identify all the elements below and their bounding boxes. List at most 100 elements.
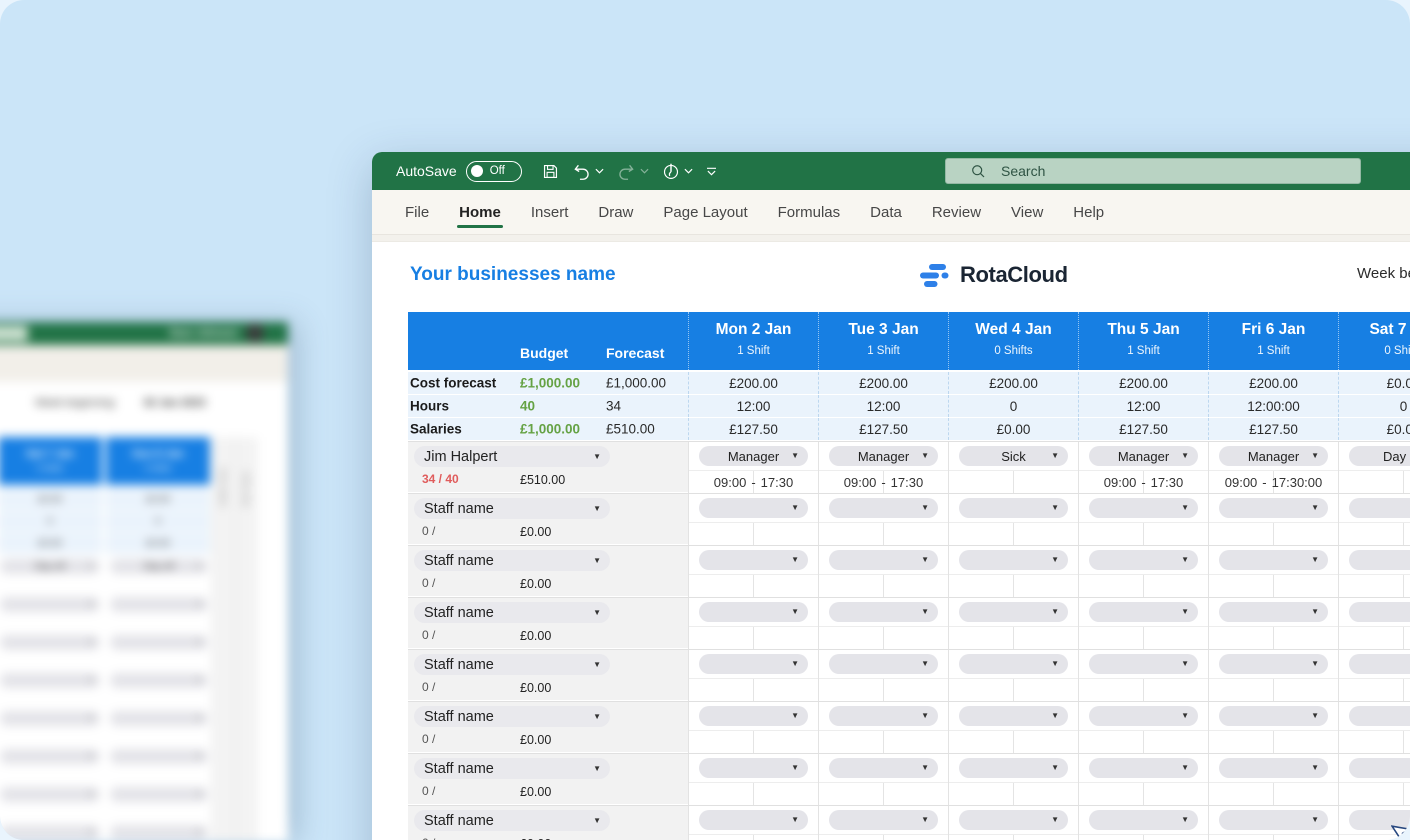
shift-role-dropdown[interactable]: ▼ [829,602,938,622]
shift-end-cell[interactable] [1274,835,1339,840]
shift-role-dropdown[interactable]: ▼ [1349,498,1410,518]
shift-start-cell[interactable] [1209,679,1274,701]
shift-start-cell[interactable] [1209,835,1274,840]
shift-end-cell[interactable] [1404,523,1410,545]
shift-end-cell[interactable] [754,523,819,545]
shift-start-cell[interactable] [1339,471,1404,493]
staff-name-dropdown[interactable]: Staff name▼ [414,810,610,831]
shift-start-cell[interactable] [1339,679,1404,701]
shift-end-cell[interactable] [1404,783,1410,805]
shift-start-cell[interactable] [689,783,754,805]
shift-role-dropdown[interactable]: ▼ [1089,498,1198,518]
shift-role-dropdown[interactable]: ▼ [1089,706,1198,726]
shift-role-dropdown[interactable]: ▼ [1349,550,1410,570]
business-name-title[interactable]: Your businesses name [410,264,616,286]
ribbon-tab-draw[interactable]: Draw [583,190,648,234]
shift-end-cell[interactable] [754,679,819,701]
redo-button[interactable] [617,163,649,180]
shift-end-cell[interactable] [1144,627,1209,649]
shift-role-dropdown[interactable]: ▼ [699,810,808,830]
shift-role-dropdown[interactable]: ▼ [829,654,938,674]
shift-role-dropdown[interactable]: ▼ [829,550,938,570]
shift-role-dropdown[interactable]: ▼ [1349,602,1410,622]
ribbon-tab-page-layout[interactable]: Page Layout [648,190,762,234]
shift-role-dropdown[interactable]: ▼ [959,810,1068,830]
touch-mode-button[interactable] [662,162,693,180]
shift-end-cell[interactable] [754,627,819,649]
shift-end-cell[interactable] [754,783,819,805]
shift-role-dropdown[interactable]: ▼ [959,602,1068,622]
shift-start-cell[interactable] [689,835,754,840]
shift-role-dropdown[interactable]: ▼ [959,706,1068,726]
shift-end-cell[interactable] [884,835,949,840]
shift-start-cell[interactable] [1339,575,1404,597]
save-button[interactable] [542,163,559,180]
ribbon-tab-home[interactable]: Home [444,190,516,234]
shift-end-cell[interactable] [1144,835,1209,840]
shift-start-cell[interactable] [949,627,1014,649]
shift-start-cell[interactable] [1209,523,1274,545]
staff-name-dropdown[interactable]: Staff name▼ [414,706,610,727]
shift-start-cell[interactable] [689,679,754,701]
shift-role-dropdown[interactable]: ▼ [1089,654,1198,674]
shift-end-cell[interactable] [884,627,949,649]
shift-role-dropdown[interactable]: Sick▼ [959,446,1068,466]
ribbon-tab-formulas[interactable]: Formulas [763,190,856,234]
shift-end-cell[interactable] [884,679,949,701]
shift-end-cell[interactable] [1274,575,1339,597]
shift-start-cell[interactable] [1079,575,1144,597]
shift-start-cell[interactable] [949,679,1014,701]
shift-role-dropdown[interactable]: Day off▼ [1349,446,1410,466]
shift-role-dropdown[interactable]: ▼ [699,706,808,726]
shift-role-dropdown[interactable]: ▼ [699,602,808,622]
shift-start-cell[interactable] [819,679,884,701]
shift-start-cell[interactable] [949,835,1014,840]
shift-end-cell[interactable] [1014,835,1079,840]
staff-name-dropdown[interactable]: Jim Halpert▼ [414,446,610,467]
autosave-toggle[interactable]: Off [466,161,522,182]
shift-end-cell[interactable] [1144,783,1209,805]
shift-start-cell[interactable] [949,783,1014,805]
shift-end-cell[interactable] [1404,731,1410,753]
shift-end-cell[interactable] [1144,523,1209,545]
shift-end-cell[interactable] [1404,679,1410,701]
shift-start-cell[interactable] [1079,731,1144,753]
shift-start-cell[interactable] [1339,783,1404,805]
ribbon-tab-help[interactable]: Help [1058,190,1119,234]
shift-role-dropdown[interactable]: ▼ [1219,602,1328,622]
ribbon-tab-review[interactable]: Review [917,190,996,234]
shift-end-cell[interactable] [884,575,949,597]
shift-start-cell[interactable] [689,575,754,597]
shift-role-dropdown[interactable]: Manager▼ [1219,446,1328,466]
shift-end-cell[interactable] [1014,523,1079,545]
shift-role-dropdown[interactable]: ▼ [1219,706,1328,726]
shift-role-dropdown[interactable]: ▼ [959,550,1068,570]
shift-end-cell[interactable] [1274,523,1339,545]
shift-role-dropdown[interactable]: ▼ [829,498,938,518]
shift-end-cell[interactable] [1144,731,1209,753]
shift-end-cell[interactable] [1014,471,1079,493]
shift-start-cell[interactable] [1209,575,1274,597]
shift-end-cell[interactable] [1014,783,1079,805]
shift-role-dropdown[interactable]: ▼ [699,758,808,778]
shift-end-cell[interactable] [754,575,819,597]
shift-end-cell[interactable] [1274,731,1339,753]
customize-quick-access-button[interactable] [706,167,717,176]
shift-start-cell[interactable] [949,523,1014,545]
shift-start-cell[interactable] [949,731,1014,753]
shift-end-cell[interactable] [754,835,819,840]
shift-start-cell[interactable] [689,627,754,649]
shift-end-cell[interactable] [884,523,949,545]
shift-start-cell[interactable] [819,575,884,597]
shift-role-dropdown[interactable]: ▼ [959,654,1068,674]
shift-role-dropdown[interactable]: ▼ [1089,602,1198,622]
shift-start-cell[interactable] [1209,627,1274,649]
shift-start-cell[interactable] [1339,627,1404,649]
staff-name-dropdown[interactable]: Staff name▼ [414,602,610,623]
shift-role-dropdown[interactable]: ▼ [1219,550,1328,570]
shift-start-cell[interactable] [1339,523,1404,545]
ribbon-tab-data[interactable]: Data [855,190,917,234]
staff-name-dropdown[interactable]: Staff name▼ [414,758,610,779]
shift-role-dropdown[interactable]: ▼ [1219,758,1328,778]
shift-role-dropdown[interactable]: ▼ [829,758,938,778]
